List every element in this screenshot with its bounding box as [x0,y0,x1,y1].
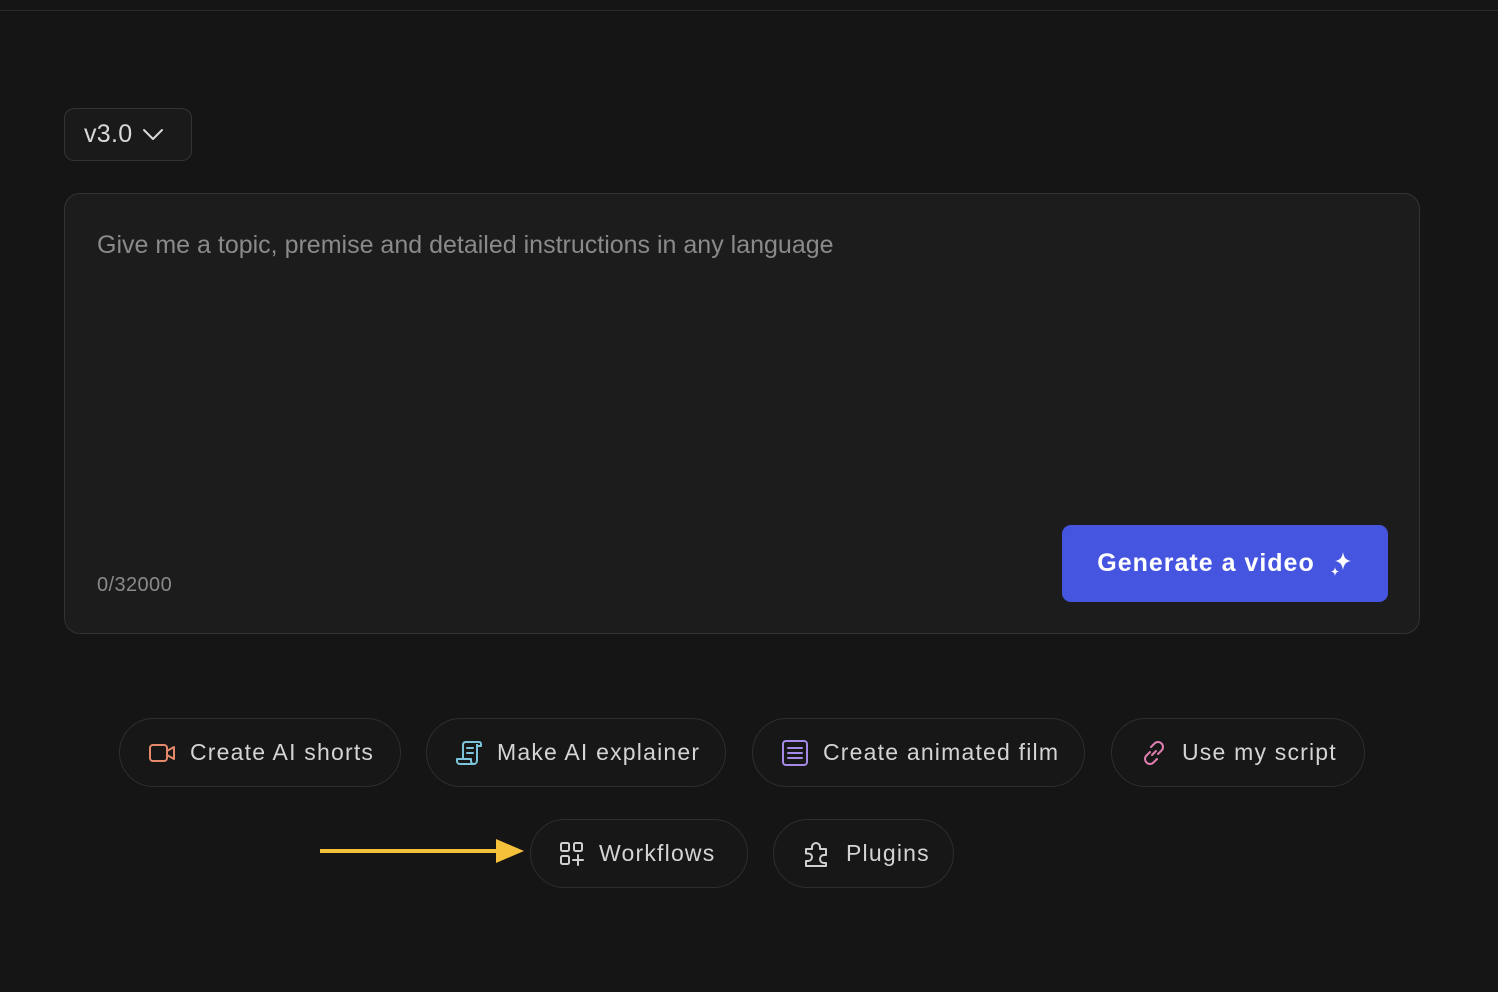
create-animated-film-button[interactable]: Create animated film [752,718,1085,787]
make-ai-explainer-button[interactable]: Make AI explainer [426,718,726,787]
chevron-down-icon [143,128,164,140]
version-label: v3.0 [84,120,133,148]
link-icon [1144,740,1164,765]
grid-plus-icon [560,841,584,866]
document-lines-icon [782,739,808,766]
puzzle-icon [805,841,827,867]
use-my-script-label: Use my script [1182,739,1337,765]
pointer-arrow-icon [320,839,524,863]
prompt-card: 0/32000 Generate a video [64,193,1420,634]
scroll-icon [456,740,482,765]
create-ai-shorts-label: Create AI shorts [190,739,375,765]
version-select[interactable]: v3.0 [64,108,192,161]
create-ai-shorts-button[interactable]: Create AI shorts [119,718,401,787]
workflows-label: Workflows [599,840,716,866]
video-camera-icon [149,743,175,762]
use-my-script-button[interactable]: Use my script [1111,718,1365,787]
make-ai-explainer-label: Make AI explainer [497,739,701,765]
generate-video-button[interactable]: Generate a video [1062,525,1388,602]
plugins-button[interactable]: Plugins [773,819,954,888]
workflows-button[interactable]: Workflows [530,819,748,888]
plugins-label: Plugins [846,840,930,866]
prompt-input[interactable] [97,226,1387,496]
create-animated-film-label: Create animated film [823,739,1060,765]
character-count: 0/32000 [97,574,173,596]
generate-video-label: Generate a video [1097,549,1315,577]
top-divider [0,0,1498,11]
sparkle-icon [1330,551,1351,576]
